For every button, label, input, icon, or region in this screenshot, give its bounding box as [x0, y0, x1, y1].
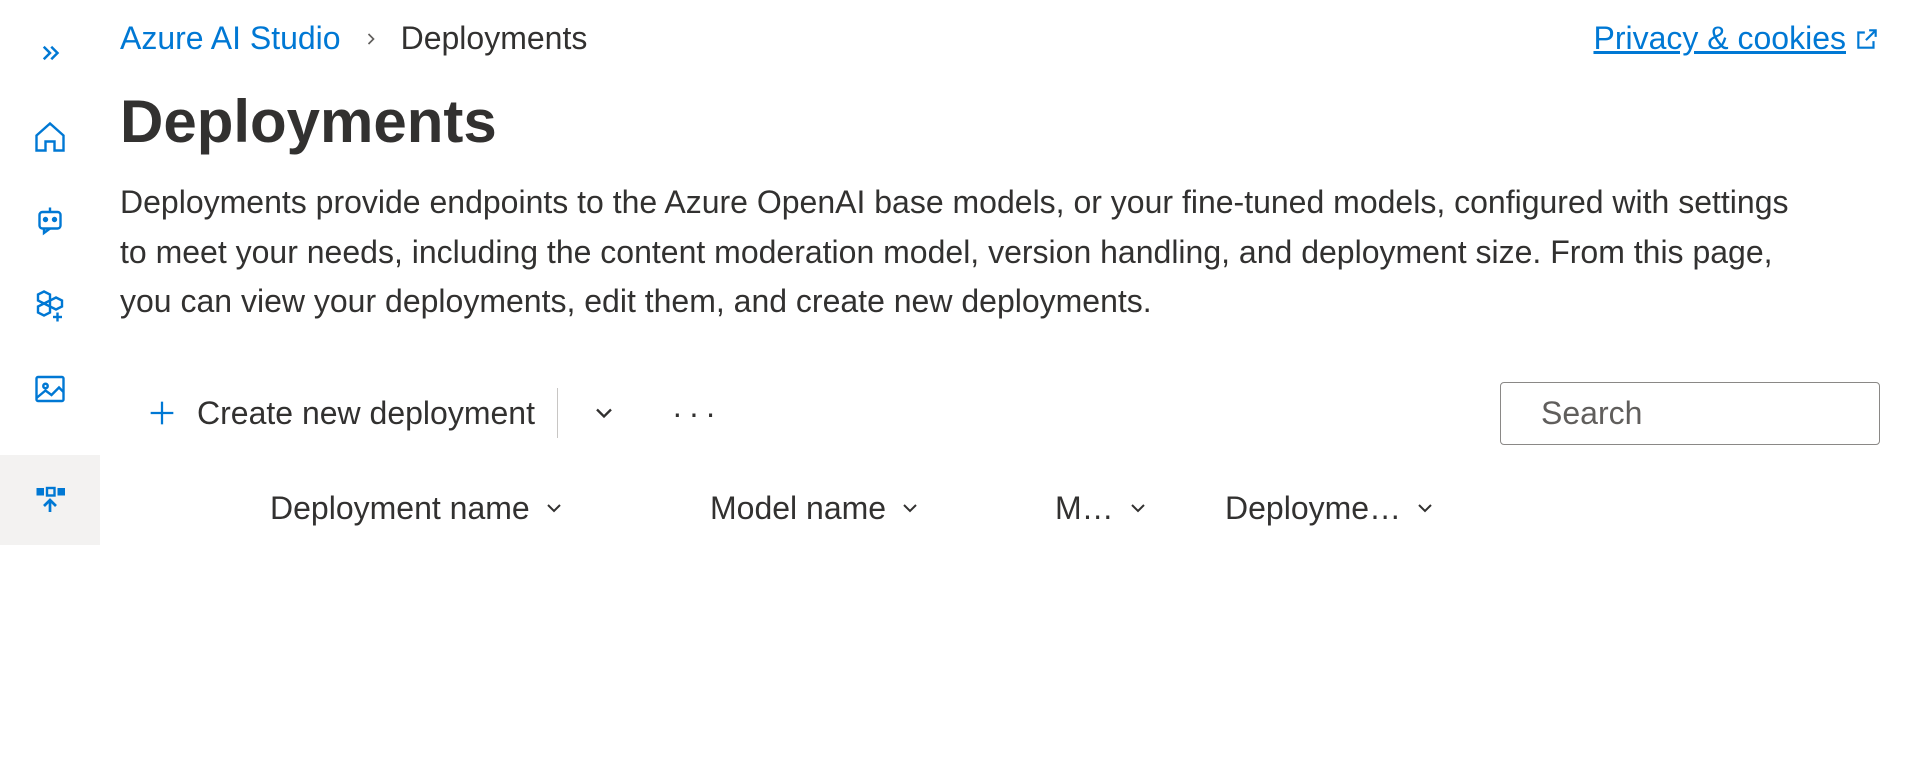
column-header-model-name[interactable]: Model name	[710, 490, 1055, 527]
chevron-down-icon	[1413, 496, 1437, 520]
chevron-down-icon	[542, 496, 566, 520]
chevron-down-icon	[898, 496, 922, 520]
toolbar-left: Create new deployment ···	[145, 388, 722, 438]
external-link-icon	[1854, 26, 1880, 52]
page-description: Deployments provide endpoints to the Azu…	[120, 178, 1820, 327]
breadcrumb: Azure AI Studio Deployments	[120, 20, 587, 57]
column-header-deployment-truncated[interactable]: Deployme…	[1225, 490, 1455, 527]
breadcrumb-root-link[interactable]: Azure AI Studio	[120, 20, 341, 57]
column-header-m-truncated[interactable]: M…	[1055, 490, 1225, 527]
sidebar-item-chat[interactable]	[32, 203, 68, 239]
sidebar	[0, 0, 100, 759]
privacy-cookies-link[interactable]: Privacy & cookies	[1593, 20, 1880, 57]
privacy-label: Privacy & cookies	[1593, 20, 1846, 57]
column-label: M…	[1055, 490, 1114, 527]
chevron-right-icon	[361, 20, 381, 57]
top-row: Azure AI Studio Deployments Privacy & co…	[120, 20, 1880, 57]
toolbar: Create new deployment ···	[120, 382, 1880, 445]
column-label: Deployme…	[1225, 490, 1401, 527]
breadcrumb-current: Deployments	[401, 20, 588, 57]
create-deployment-label: Create new deployment	[197, 395, 535, 432]
create-deployment-button[interactable]: Create new deployment	[145, 395, 557, 432]
sidebar-item-models[interactable]	[32, 287, 68, 323]
home-icon	[32, 119, 68, 155]
column-header-deployment-name[interactable]: Deployment name	[270, 490, 710, 527]
expand-sidebar-button[interactable]	[32, 35, 68, 71]
sidebar-item-images[interactable]	[32, 371, 68, 407]
image-icon	[32, 371, 68, 407]
column-label: Deployment name	[270, 490, 530, 527]
hexagons-plus-icon	[32, 287, 68, 323]
create-dropdown-button[interactable]	[574, 393, 634, 433]
search-input[interactable]	[1541, 395, 1920, 432]
sidebar-item-home[interactable]	[32, 119, 68, 155]
column-label: Model name	[710, 490, 886, 527]
chevron-down-icon	[1126, 496, 1150, 520]
sidebar-item-deployments[interactable]	[0, 455, 100, 545]
table-header-row: Deployment name Model name M… Deployme…	[120, 490, 1880, 527]
chevron-down-icon	[590, 399, 618, 427]
chevron-right-double-icon	[35, 38, 65, 68]
plus-icon	[145, 396, 179, 430]
more-actions-button[interactable]: ···	[672, 395, 722, 432]
deploy-icon	[32, 482, 68, 518]
search-box[interactable]	[1500, 382, 1880, 445]
bot-icon	[32, 203, 68, 239]
page-title: Deployments	[120, 87, 1880, 156]
toolbar-divider	[557, 388, 558, 438]
main-content: Azure AI Studio Deployments Privacy & co…	[100, 0, 1920, 759]
